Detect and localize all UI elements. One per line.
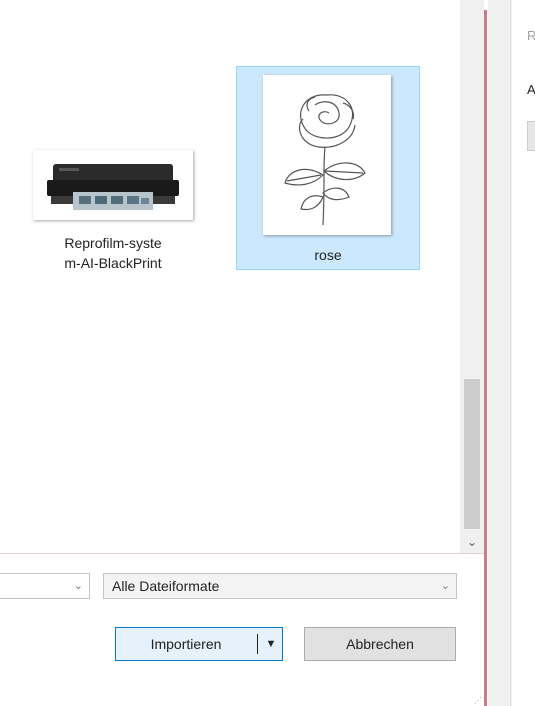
dialog-border xyxy=(484,10,487,706)
import-dialog: Reprofilm-syste m-AI-BlackPrint rose ⌄ ⌄… xyxy=(0,0,488,706)
background-panel-control xyxy=(527,121,535,151)
chevron-down-icon[interactable]: ⌄ xyxy=(74,574,83,598)
background-panel xyxy=(512,0,535,706)
file-type-select[interactable]: Alle Dateiformate ⌄ xyxy=(103,573,457,599)
split-divider xyxy=(257,634,258,654)
footer-divider xyxy=(0,553,485,554)
file-name-rose: rose xyxy=(314,247,342,263)
background-panel-label: R xyxy=(527,28,535,43)
import-button[interactable]: Importieren ▼ xyxy=(115,627,283,661)
file-item-rose[interactable]: rose xyxy=(236,66,420,270)
cancel-button-label: Abbrechen xyxy=(346,636,414,652)
cancel-button[interactable]: Abbrechen xyxy=(304,627,456,661)
file-name-line1: Reprofilm-syste xyxy=(64,235,162,251)
file-item-printer[interactable]: Reprofilm-syste m-AI-BlackPrint xyxy=(28,140,198,273)
rose-sketch-thumbnail-icon xyxy=(263,75,391,235)
scroll-down-arrow-icon[interactable]: ⌄ xyxy=(460,533,484,551)
import-dropdown-arrow-icon[interactable]: ▼ xyxy=(262,628,280,660)
file-type-value: Alle Dateiformate xyxy=(112,578,220,594)
printer-thumbnail-icon xyxy=(33,150,193,220)
vertical-scrollbar[interactable]: ⌄ xyxy=(460,0,484,553)
background-window-divider xyxy=(510,0,511,706)
scrollbar-thumb[interactable] xyxy=(464,379,480,529)
resize-grip-icon[interactable]: ⋰ xyxy=(474,696,484,706)
file-name-combobox[interactable]: ⌄ xyxy=(0,573,90,599)
background-window-edge xyxy=(487,0,512,706)
background-panel-heading: A xyxy=(527,82,535,97)
file-name-line2: m-AI-BlackPrint xyxy=(64,255,162,271)
chevron-down-icon[interactable]: ⌄ xyxy=(441,574,450,598)
import-button-label: Importieren xyxy=(150,636,222,652)
